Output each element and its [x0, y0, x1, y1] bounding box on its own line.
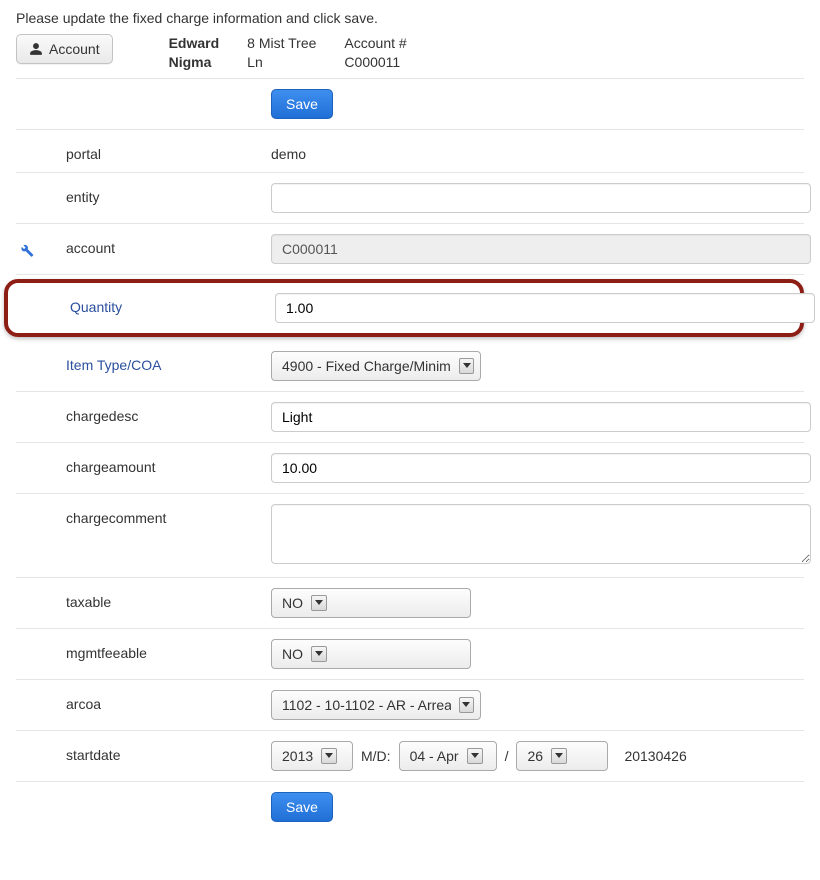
quantity-input[interactable]	[275, 293, 815, 323]
header-row: Account Edward Nigma 8 Mist Tree Ln Acco…	[16, 34, 804, 79]
mgmtfeeable-select-value: NO	[282, 646, 303, 662]
label-portal: portal	[66, 140, 271, 162]
label-mgmtfeeable: mgmtfeeable	[66, 639, 271, 661]
row-portal: portal demo	[16, 130, 804, 173]
row-chargedesc: chargedesc	[16, 392, 804, 443]
label-md: M/D:	[361, 748, 391, 764]
dropdown-arrow-icon	[551, 748, 567, 764]
startdate-month-select[interactable]: 04 - Apr	[399, 741, 497, 771]
startdate-day-select[interactable]: 26	[516, 741, 608, 771]
dropdown-arrow-icon	[467, 748, 483, 764]
label-account: account	[66, 234, 271, 256]
save-button-top[interactable]: Save	[271, 89, 333, 119]
startdate-year-select[interactable]: 2013	[271, 741, 353, 771]
header-address: 8 Mist Tree Ln	[247, 34, 316, 72]
header-name: Edward Nigma	[169, 34, 220, 72]
chargecomment-textarea[interactable]	[271, 504, 811, 564]
wrench-icon[interactable]	[16, 240, 34, 261]
label-itemtype: Item Type/COA	[66, 351, 271, 373]
account-button-label: Account	[49, 41, 100, 57]
row-chargecomment: chargecomment	[16, 494, 804, 578]
row-itemtype: Item Type/COA 4900 - Fixed Charge/Minimu…	[16, 341, 804, 392]
account-input	[271, 234, 811, 264]
header-account-number: Account # C000011	[344, 34, 406, 72]
startdate-combined: 20130426	[624, 748, 686, 764]
itemtype-select[interactable]: 4900 - Fixed Charge/Minimum	[271, 351, 481, 381]
arcoa-select[interactable]: 1102 - 10-1102 - AR - Arrears	[271, 690, 481, 720]
save-bottom-row: Save	[16, 782, 804, 832]
label-arcoa: arcoa	[66, 690, 271, 712]
account-button[interactable]: Account	[16, 34, 113, 64]
row-account: account	[16, 224, 804, 275]
row-taxable: taxable NO	[16, 578, 804, 629]
taxable-select[interactable]: NO	[271, 588, 471, 618]
dropdown-arrow-icon	[459, 358, 474, 374]
instruction-text: Please update the fixed charge informati…	[16, 10, 804, 26]
label-chargedesc: chargedesc	[66, 402, 271, 424]
row-mgmtfeeable: mgmtfeeable NO	[16, 629, 804, 680]
taxable-select-value: NO	[282, 595, 303, 611]
label-quantity: Quantity	[70, 293, 275, 315]
value-portal: demo	[271, 140, 804, 162]
person-icon	[29, 42, 43, 56]
mgmtfeeable-select[interactable]: NO	[271, 639, 471, 669]
date-separator: /	[505, 748, 509, 764]
label-taxable: taxable	[66, 588, 271, 610]
itemtype-select-value: 4900 - Fixed Charge/Minimum	[282, 358, 451, 374]
dropdown-arrow-icon	[311, 646, 327, 662]
label-startdate: startdate	[66, 741, 271, 763]
dropdown-arrow-icon	[459, 697, 474, 713]
row-entity: entity	[16, 173, 804, 224]
label-chargeamount: chargeamount	[66, 453, 271, 475]
row-startdate: startdate 2013 M/D: 04 - Apr / 26 201304…	[16, 731, 804, 782]
dropdown-arrow-icon	[321, 748, 337, 764]
entity-input[interactable]	[271, 183, 811, 213]
save-button-bottom[interactable]: Save	[271, 792, 333, 822]
row-quantity: Quantity	[4, 279, 804, 337]
chargedesc-input[interactable]	[271, 402, 811, 432]
label-chargecomment: chargecomment	[66, 504, 271, 526]
chargeamount-input[interactable]	[271, 453, 811, 483]
row-arcoa: arcoa 1102 - 10-1102 - AR - Arrears	[16, 680, 804, 731]
arcoa-select-value: 1102 - 10-1102 - AR - Arrears	[282, 697, 451, 713]
label-entity: entity	[66, 183, 271, 205]
row-chargeamount: chargeamount	[16, 443, 804, 494]
dropdown-arrow-icon	[311, 595, 327, 611]
save-top-row: Save	[16, 79, 804, 130]
